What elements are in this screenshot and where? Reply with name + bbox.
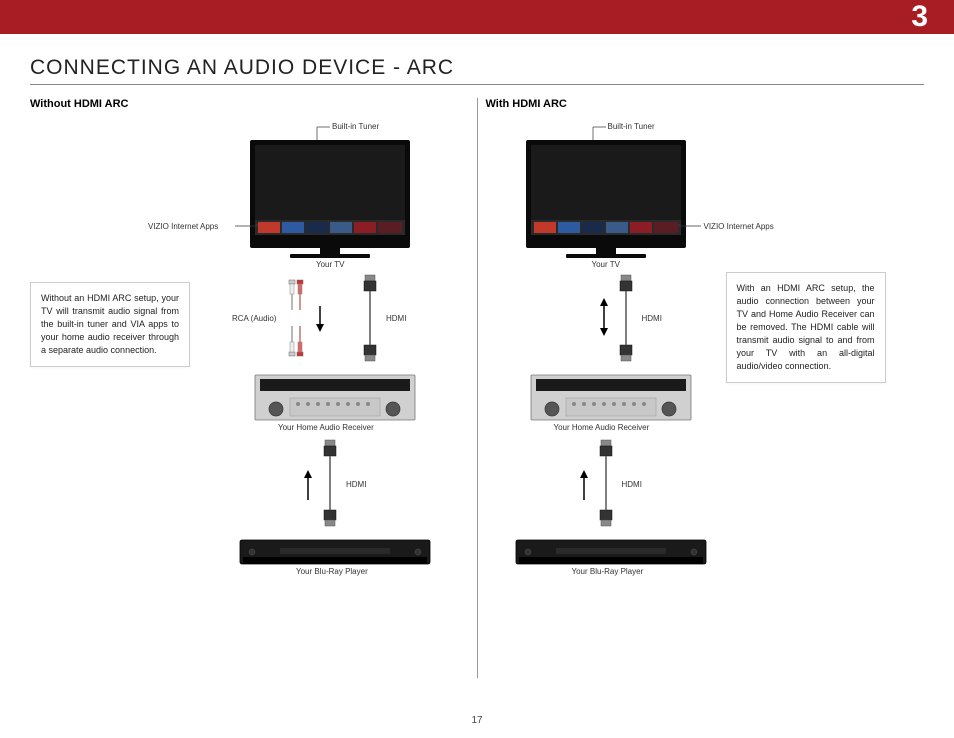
label-hdmi-bottom: HDMI (346, 480, 366, 489)
diagram-right: Built-in Tuner VIZIO Internet Apps Your … (486, 120, 925, 680)
label-bluray-r: Your Blu-Ray Player (572, 567, 644, 576)
content-area: Without HDMI ARC (30, 98, 924, 708)
label-receiver-r: Your Home Audio Receiver (554, 423, 650, 432)
page-title: CONNECTING AN AUDIO DEVICE - ARC (30, 56, 924, 85)
info-box-right: With an HDMI ARC setup, the audio connec… (726, 272, 886, 383)
label-tuner-r: Built-in Tuner (608, 122, 655, 131)
label-hdmi-top: HDMI (386, 314, 406, 323)
label-bluray: Your Blu-Ray Player (296, 567, 368, 576)
column-without-arc: Without HDMI ARC (30, 98, 469, 708)
label-hdmi-bottom-r: HDMI (622, 480, 642, 489)
label-receiver: Your Home Audio Receiver (278, 423, 374, 432)
chapter-number: 3 (911, 0, 928, 34)
label-tv: Your TV (316, 260, 344, 269)
label-tuner: Built-in Tuner (332, 122, 379, 131)
info-box-left: Without an HDMI ARC setup, your TV will … (30, 282, 190, 367)
diagram-right-svg (486, 120, 926, 680)
label-rca: RCA (Audio) (232, 314, 276, 323)
diagram-left: Built-in Tuner VIZIO Internet Apps Your … (30, 120, 469, 680)
label-tv-r: Your TV (592, 260, 620, 269)
label-apps-r: VIZIO Internet Apps (704, 222, 774, 231)
column-divider (477, 98, 478, 678)
subheading-left: Without HDMI ARC (30, 98, 469, 110)
subheading-right: With HDMI ARC (486, 98, 925, 110)
page-number: 17 (0, 715, 954, 726)
label-apps: VIZIO Internet Apps (148, 222, 218, 231)
diagram-left-svg (30, 120, 470, 680)
column-with-arc: With HDMI ARC (486, 98, 925, 708)
header-red-bar: 3 (0, 0, 954, 34)
label-hdmi-top-r: HDMI (642, 314, 662, 323)
